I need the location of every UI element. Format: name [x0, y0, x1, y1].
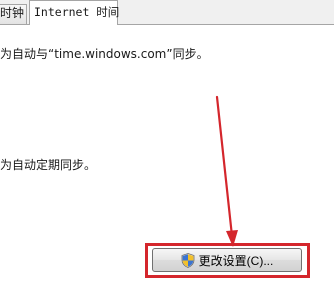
tab-internet-time-label: Internet 时间 — [34, 5, 120, 19]
tab-internet-time[interactable]: Internet 时间 — [29, 0, 120, 25]
schedule-text: 为自动定期同步。 — [0, 158, 97, 172]
change-settings-label: 更改设置(C)... — [198, 253, 274, 268]
tab-clock[interactable]: 时钟 — [0, 4, 27, 24]
tab-strip: 时钟 Internet 时间 — [0, 0, 334, 25]
change-settings-button[interactable]: 更改设置(C)... — [152, 248, 302, 272]
tab-clock-label: 时钟 — [0, 6, 25, 20]
sync-status-text: 为自动与“time.windows.com”同步。 — [0, 47, 209, 61]
uac-shield-icon — [181, 252, 195, 268]
